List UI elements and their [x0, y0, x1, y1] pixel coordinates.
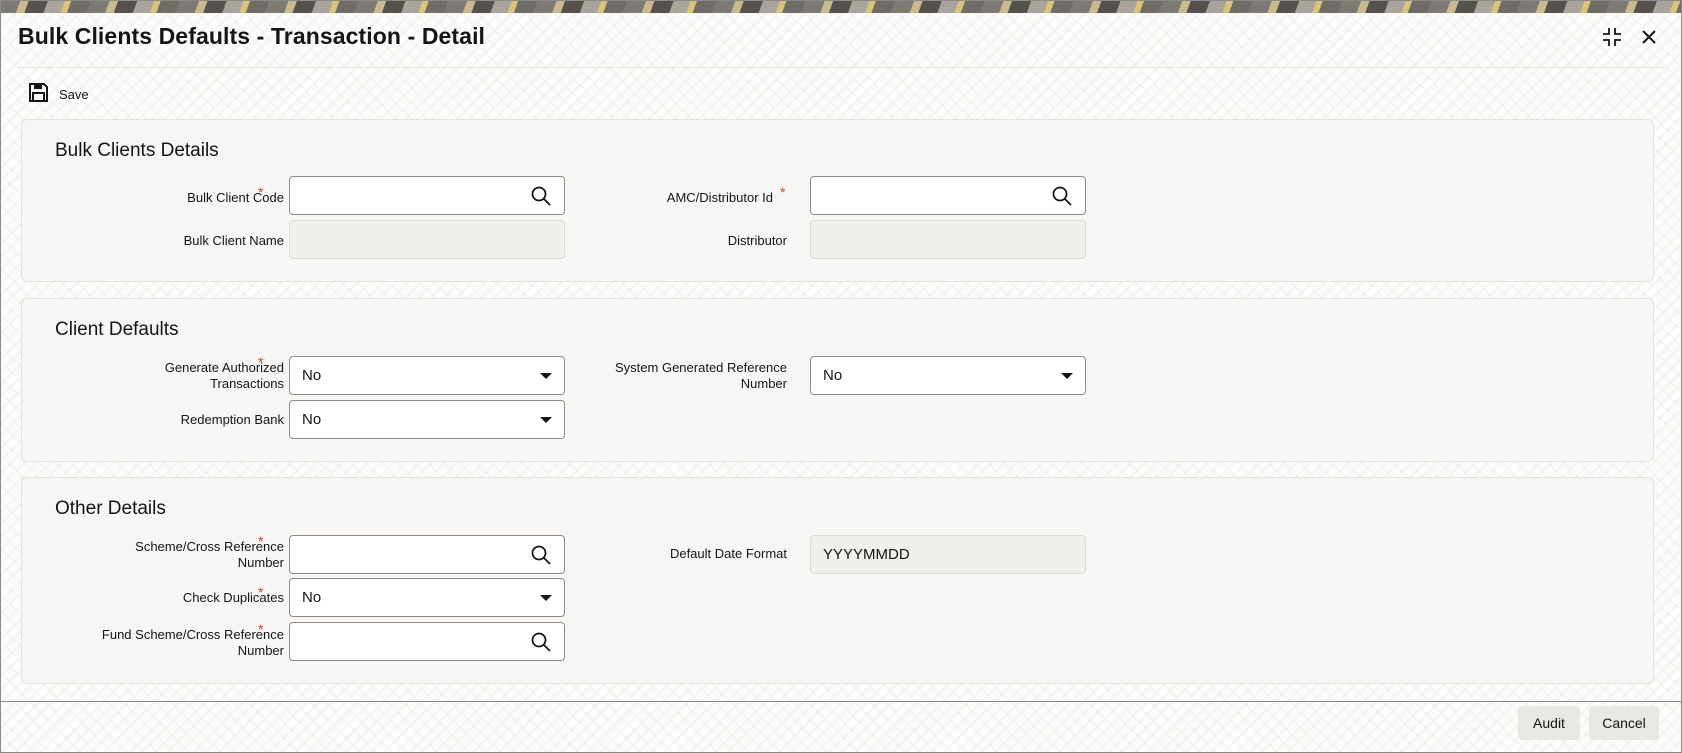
redemption-bank-select[interactable]: No: [289, 400, 565, 439]
cancel-button[interactable]: Cancel: [1589, 706, 1659, 740]
check-duplicates-label: Check Duplicates: [182, 590, 284, 605]
required-marker: *: [258, 184, 264, 200]
fund-scheme-cross-reference-label: Fund Scheme/Cross Reference Number: [101, 627, 284, 658]
save-label: Save: [59, 86, 89, 102]
required-marker: *: [780, 184, 786, 200]
scheme-cross-reference-input[interactable]: [289, 535, 565, 574]
system-generated-reference-select[interactable]: No: [810, 356, 1086, 395]
distributor-field: [810, 220, 1086, 259]
decorative-banner: [1, 1, 1681, 13]
section-bulk-clients-details: Bulk Clients Details Bulk Client Code * …: [21, 119, 1654, 282]
amc-distributor-id-label: AMC/Distributor Id: [666, 190, 773, 205]
footer-divider: [1, 701, 1681, 702]
section-title: Other Details: [55, 498, 166, 519]
check-duplicates-select[interactable]: No: [289, 578, 565, 617]
close-icon[interactable]: [1635, 23, 1663, 51]
required-marker: *: [258, 354, 264, 370]
dialog-window: Bulk Clients Defaults - Transaction - De…: [0, 0, 1682, 753]
collapse-icon[interactable]: [1598, 23, 1626, 51]
chevron-down-icon: [1061, 372, 1073, 379]
fund-scheme-cross-reference-input[interactable]: [289, 622, 565, 661]
bulk-client-name-field: [289, 220, 565, 259]
bulk-client-code-input[interactable]: [289, 176, 565, 215]
distributor-label: Distributor: [727, 233, 787, 248]
search-icon[interactable]: [530, 544, 552, 566]
search-icon[interactable]: [1051, 185, 1073, 207]
floppy-disk-icon: [28, 82, 49, 106]
title-divider: [18, 67, 1664, 68]
section-title: Bulk Clients Details: [55, 140, 219, 161]
required-marker: *: [258, 584, 264, 600]
required-marker: *: [258, 621, 264, 637]
section-other-details: Other Details Scheme/Cross Reference Num…: [21, 477, 1654, 684]
bulk-client-name-label: Bulk Client Name: [183, 233, 284, 248]
search-icon[interactable]: [530, 631, 552, 653]
redemption-bank-label: Redemption Bank: [180, 412, 284, 427]
section-client-defaults: Client Defaults Generate Authorized Tran…: [21, 298, 1654, 462]
amc-distributor-id-input[interactable]: [810, 176, 1086, 215]
chevron-down-icon: [540, 594, 552, 601]
save-button[interactable]: Save: [28, 82, 89, 106]
audit-button[interactable]: Audit: [1518, 706, 1580, 740]
generate-authorized-label: Generate Authorized Transactions: [164, 360, 284, 391]
system-generated-reference-label: System Generated Reference Number: [615, 360, 787, 391]
chevron-down-icon: [540, 416, 552, 423]
chevron-down-icon: [540, 372, 552, 379]
generate-authorized-select[interactable]: No: [289, 356, 565, 395]
required-marker: *: [258, 533, 264, 549]
default-date-format-label: Default Date Format: [669, 546, 787, 561]
search-icon[interactable]: [530, 185, 552, 207]
section-title: Client Defaults: [55, 319, 179, 340]
bulk-client-code-label: Bulk Client Code: [187, 190, 284, 205]
page-title: Bulk Clients Defaults - Transaction - De…: [18, 23, 486, 49]
default-date-format-field: YYYYMMDD: [810, 535, 1086, 574]
